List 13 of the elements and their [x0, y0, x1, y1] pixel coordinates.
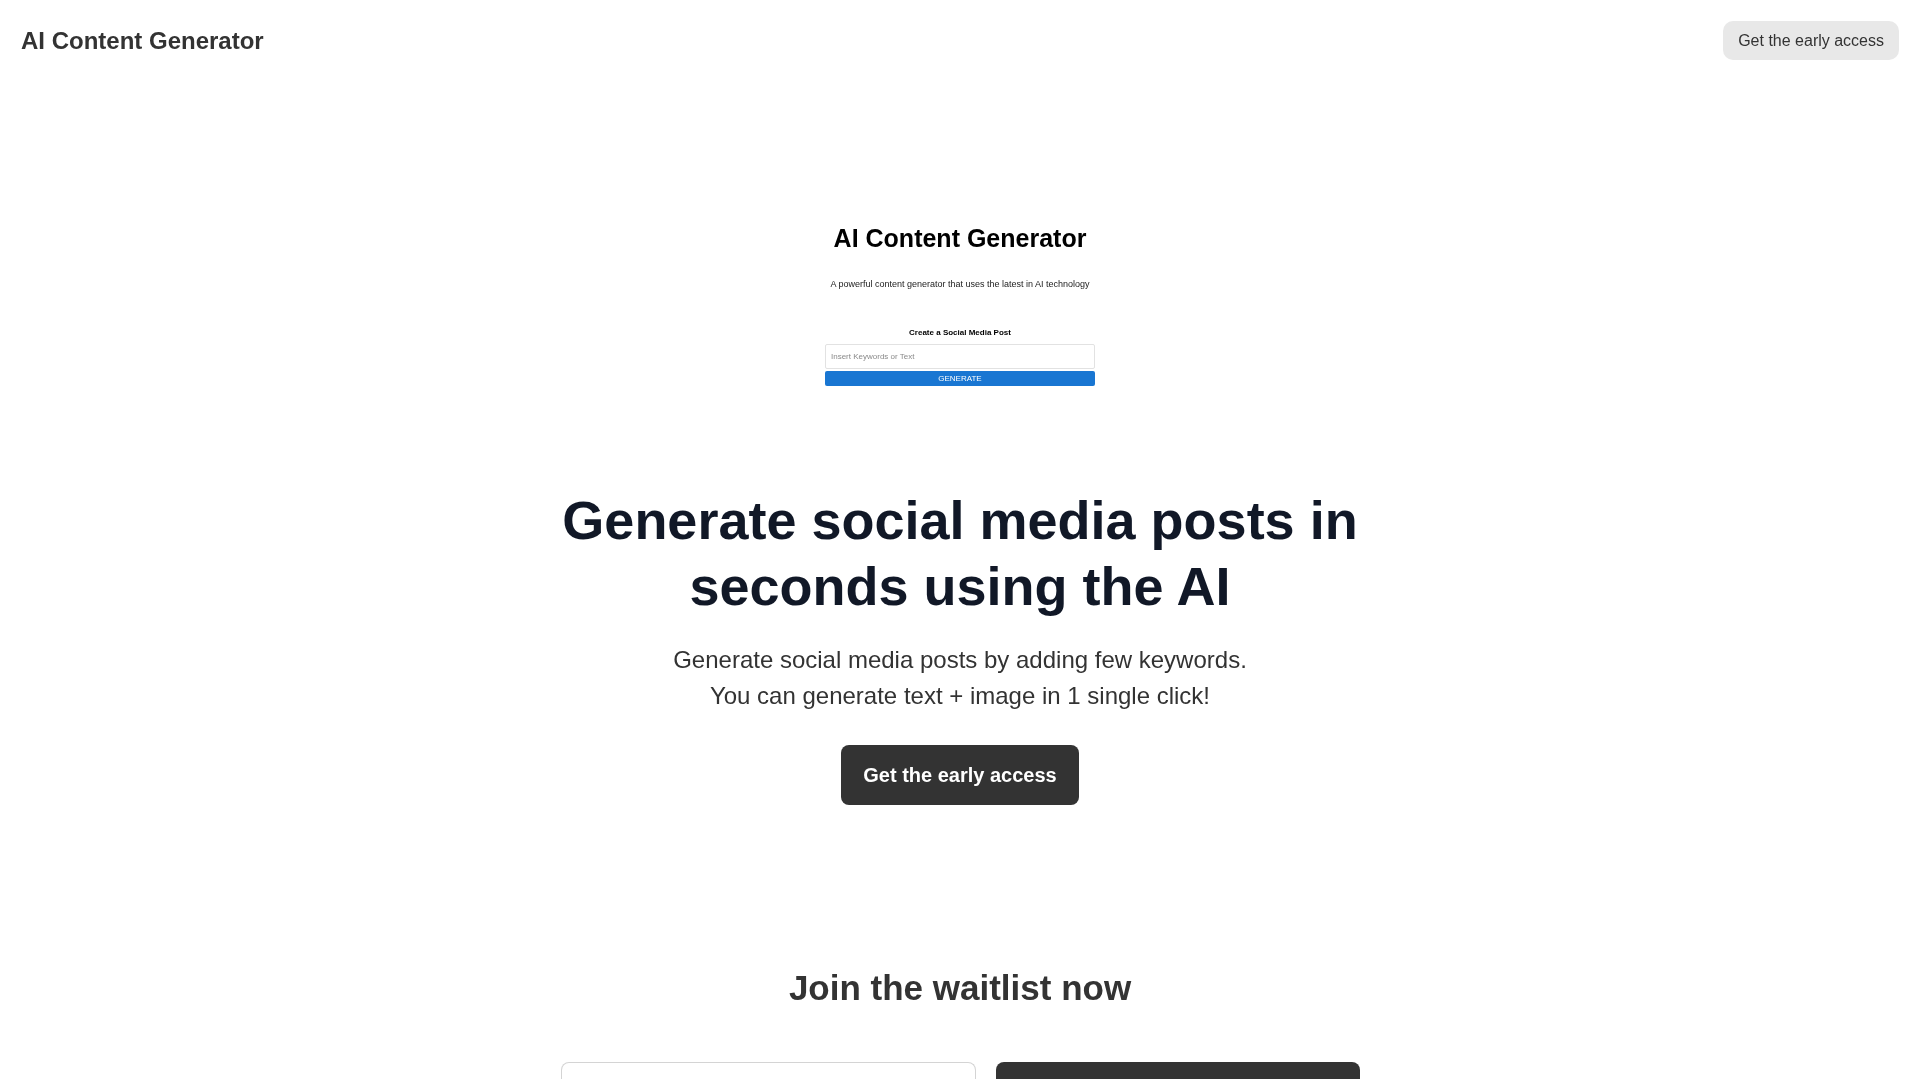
preview-input-field[interactable]: Insert Keywords or Text — [825, 344, 1095, 369]
input-field[interactable] — [560, 1062, 976, 1079]
hero-headline: Generate social media posts in seconds using the AI — [561, 489, 1359, 618]
preview-subtitle: A powerful content generator that uses the latest in AI technology — [830, 278, 1090, 290]
site-logo[interactable]: AI Content Generator — [21, 24, 264, 57]
preview-form-title: Create a Social Media Post — [909, 328, 1011, 338]
waitlist-title: Join the waitlist now — [788, 967, 1132, 1009]
generate-button[interactable]: GENERATE — [825, 371, 1095, 386]
early-access-button[interactable]: Get the early access — [841, 745, 1079, 805]
preview-title: AI Content Generator — [833, 223, 1087, 253]
submit-button[interactable] — [995, 1062, 1360, 1079]
hero-description: Generate social media posts by adding few keywords. You can generate text + image in 1 single click! — [673, 645, 1247, 711]
early-access-button[interactable]: Get the early access — [1723, 21, 1899, 60]
